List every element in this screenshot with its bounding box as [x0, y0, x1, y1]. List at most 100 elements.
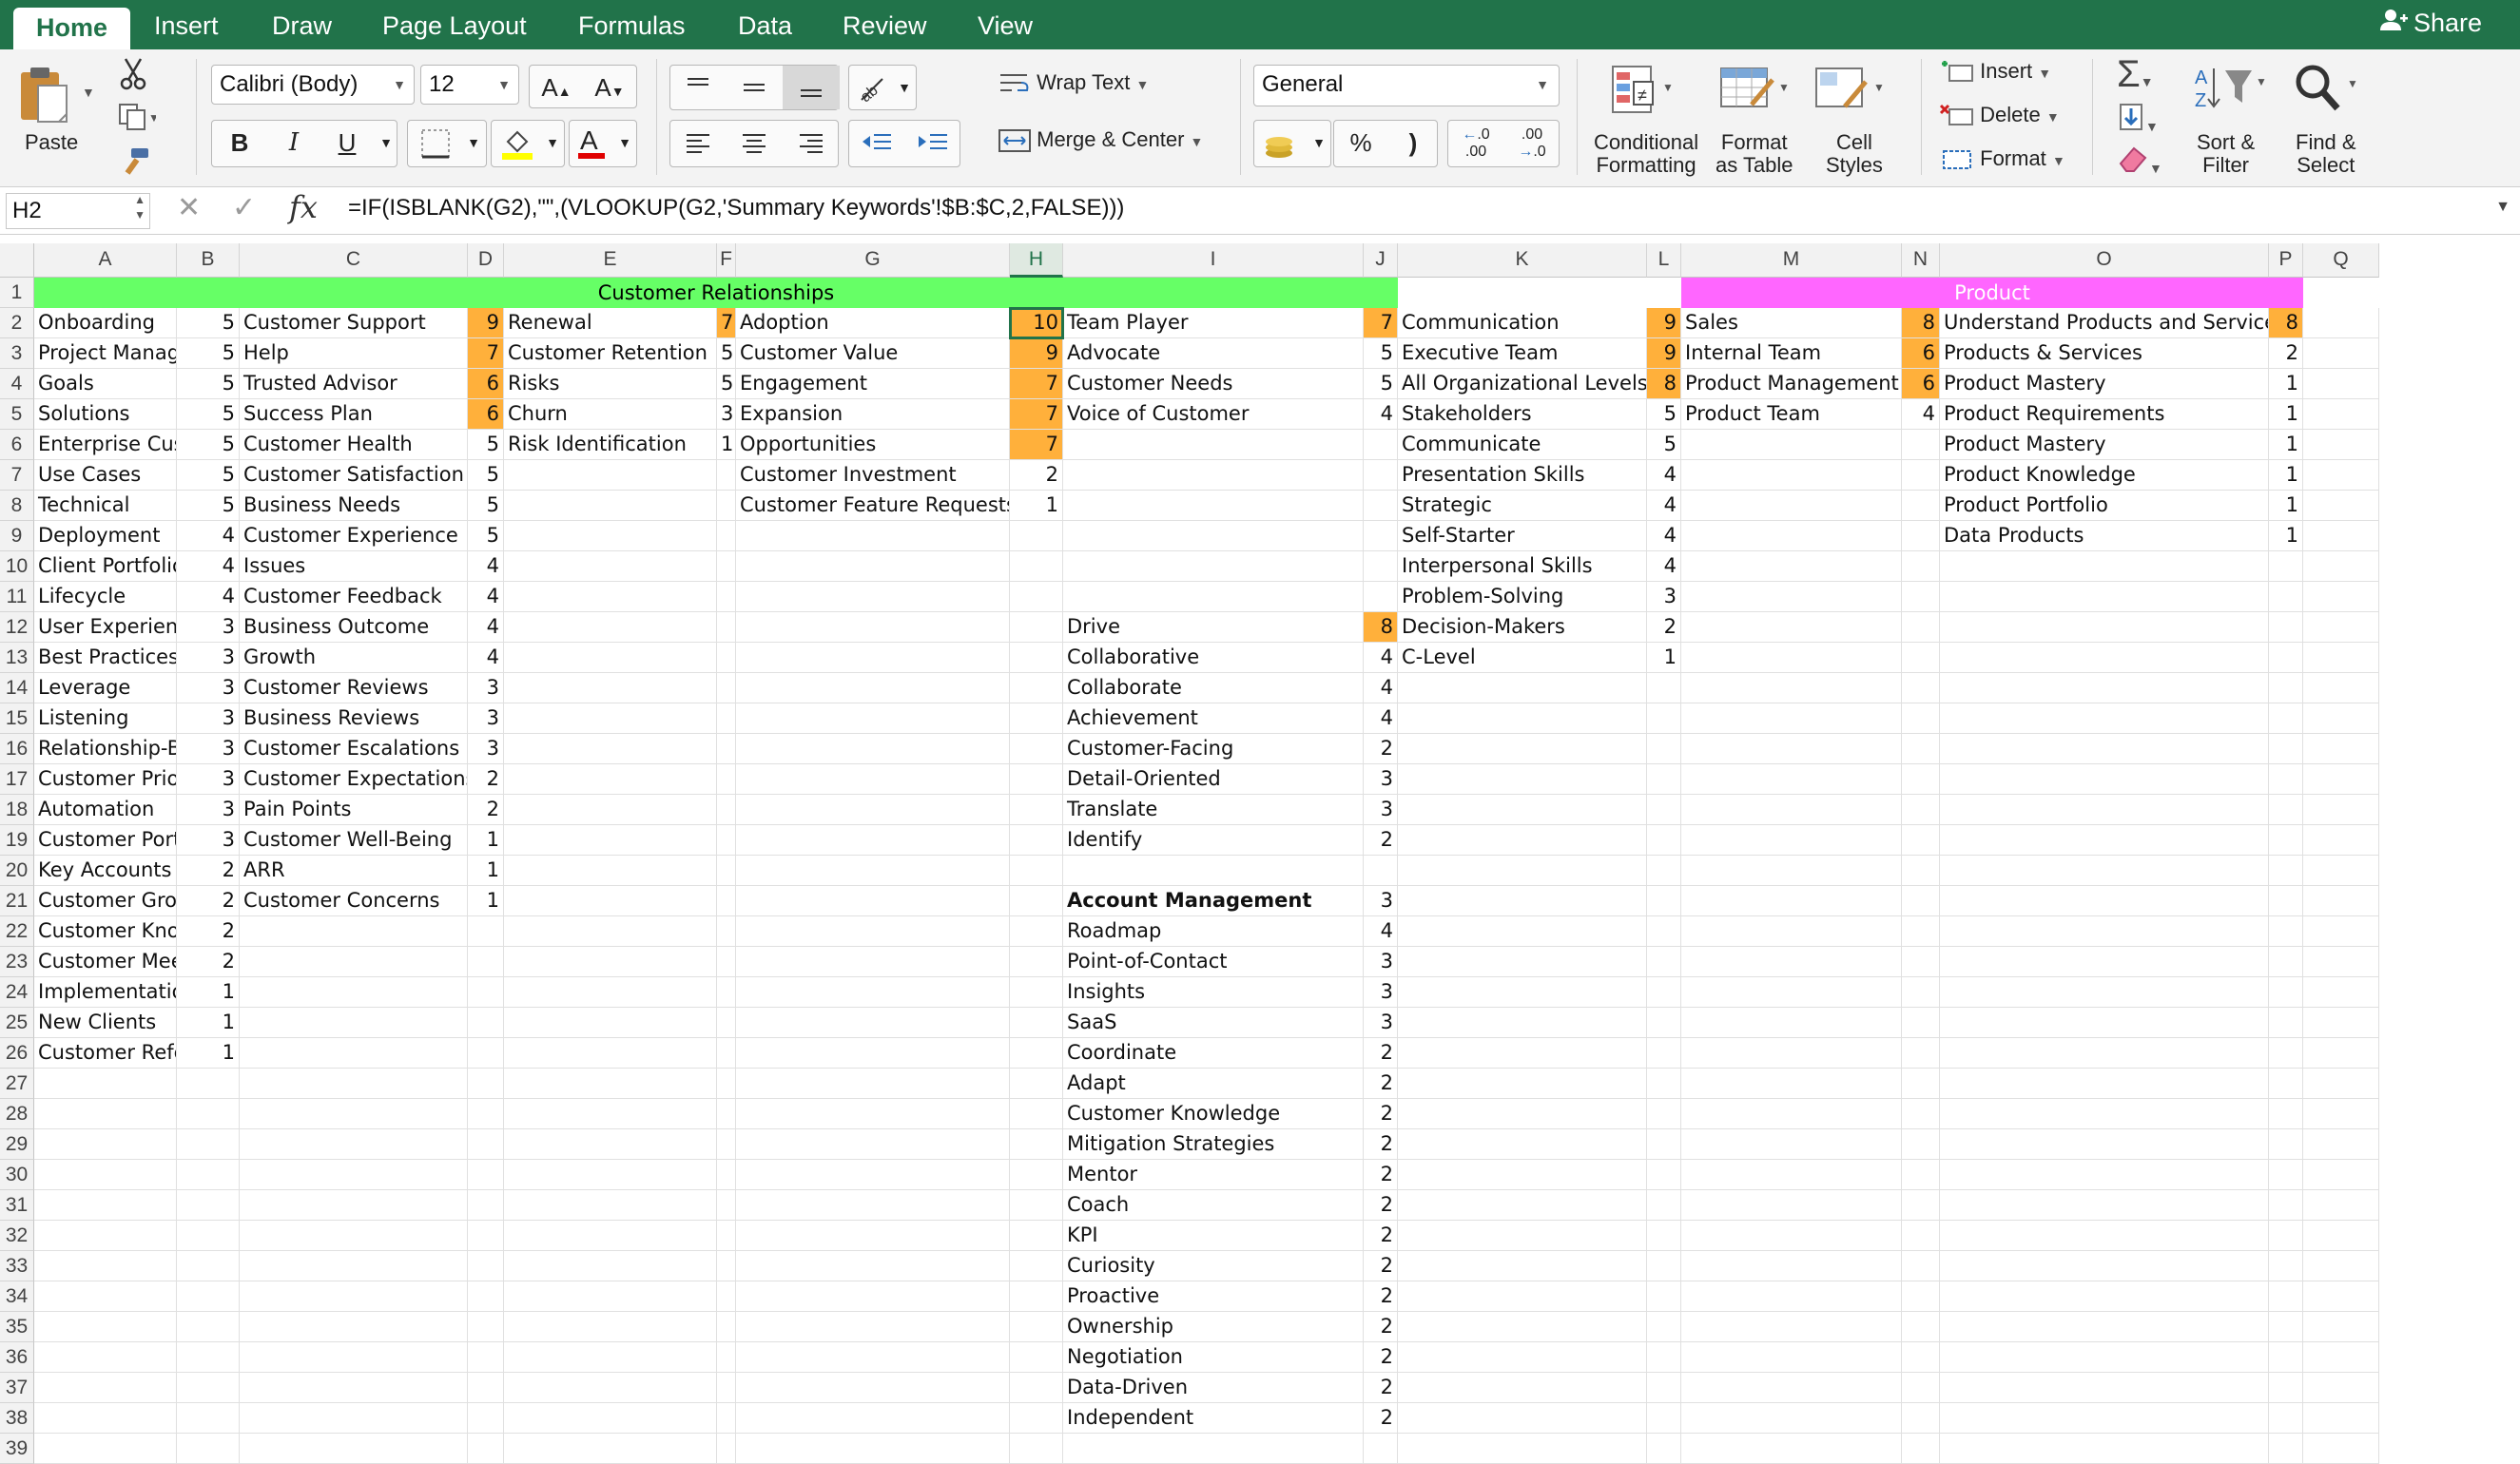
cell-k36[interactable]	[1398, 1342, 1647, 1373]
cell-n23[interactable]	[1902, 947, 1940, 977]
cell-i32[interactable]: KPI	[1063, 1221, 1364, 1251]
cell-g16[interactable]	[736, 734, 1010, 764]
sort-filter-icon[interactable]: A Z ▼	[2193, 63, 2269, 117]
cell-c17[interactable]: Customer Expectations	[240, 764, 468, 795]
cell-l21[interactable]	[1647, 886, 1681, 916]
cell-i16[interactable]: Customer-Facing	[1063, 734, 1364, 764]
cell-h10[interactable]	[1010, 551, 1063, 582]
cell-k14[interactable]	[1398, 673, 1647, 703]
cell-l2[interactable]: 9	[1647, 308, 1681, 338]
autosum-icon[interactable]: Σ▼	[2117, 53, 2154, 96]
cell-o18[interactable]	[1940, 795, 2269, 825]
cell-p21[interactable]	[2269, 886, 2303, 916]
cell-p12[interactable]	[2269, 612, 2303, 643]
cell-h34[interactable]	[1010, 1281, 1063, 1312]
format-painter-icon[interactable]	[118, 146, 150, 180]
cell-k38[interactable]	[1398, 1403, 1647, 1434]
cell-j30[interactable]: 2	[1364, 1160, 1398, 1190]
cell-m6[interactable]	[1681, 430, 1902, 460]
cell-m5[interactable]: Product Team	[1681, 399, 1902, 430]
cell-l18[interactable]	[1647, 795, 1681, 825]
cell-h30[interactable]	[1010, 1160, 1063, 1190]
cell-e11[interactable]	[504, 582, 717, 612]
cell-e4[interactable]: Risks	[504, 369, 717, 399]
cell-n26[interactable]	[1902, 1038, 1940, 1069]
cell-h9[interactable]	[1010, 521, 1063, 551]
insert-function-icon[interactable]: fx	[289, 189, 318, 225]
cell-d15[interactable]: 3	[468, 703, 504, 734]
cell-k23[interactable]	[1398, 947, 1647, 977]
cell-o36[interactable]	[1940, 1342, 2269, 1373]
cell-h22[interactable]	[1010, 916, 1063, 947]
cell-g14[interactable]	[736, 673, 1010, 703]
cell-k22[interactable]	[1398, 916, 1647, 947]
row-header[interactable]: 3	[0, 338, 34, 369]
cell-l25[interactable]	[1647, 1008, 1681, 1038]
cell-q6[interactable]	[2303, 430, 2379, 460]
cell-n5[interactable]: 4	[1902, 399, 1940, 430]
column-header-l[interactable]: L	[1647, 243, 1681, 278]
cell-f26[interactable]	[717, 1038, 736, 1069]
cell-q34[interactable]	[2303, 1281, 2379, 1312]
cell-n13[interactable]	[1902, 643, 1940, 673]
cell-b2[interactable]: 5	[177, 308, 240, 338]
row-header[interactable]: 24	[0, 977, 34, 1008]
cell-i18[interactable]: Translate	[1063, 795, 1364, 825]
cell-m3[interactable]: Internal Team	[1681, 338, 1902, 369]
cell-c13[interactable]: Growth	[240, 643, 468, 673]
cell-k21[interactable]	[1398, 886, 1647, 916]
cell-g6[interactable]: Opportunities	[736, 430, 1010, 460]
cell-d12[interactable]: 4	[468, 612, 504, 643]
cell-b5[interactable]: 5	[177, 399, 240, 430]
cell-g4[interactable]: Engagement	[736, 369, 1010, 399]
cell-e30[interactable]	[504, 1160, 717, 1190]
cell-h27[interactable]	[1010, 1069, 1063, 1099]
cell-o25[interactable]	[1940, 1008, 2269, 1038]
cell-a30[interactable]	[34, 1160, 177, 1190]
cell-h5[interactable]: 7	[1010, 399, 1063, 430]
cell-c3[interactable]: Help	[240, 338, 468, 369]
cell-q3[interactable]	[2303, 338, 2379, 369]
cell-k10[interactable]: Interpersonal Skills	[1398, 551, 1647, 582]
cell-g29[interactable]	[736, 1129, 1010, 1160]
cell-m30[interactable]	[1681, 1160, 1902, 1190]
cell-l12[interactable]: 2	[1647, 612, 1681, 643]
cell-j10[interactable]	[1364, 551, 1398, 582]
cell-a17[interactable]: Customer Priorities	[34, 764, 177, 795]
clear-icon[interactable]: ▼	[2117, 144, 2162, 179]
cell-l39[interactable]	[1647, 1434, 1681, 1464]
cell-n27[interactable]	[1902, 1069, 1940, 1099]
cell-o14[interactable]	[1940, 673, 2269, 703]
orientation-button[interactable]: ab ▼	[848, 65, 917, 110]
cell-n20[interactable]	[1902, 856, 1940, 886]
cell-f5[interactable]: 3	[717, 399, 736, 430]
cell-j32[interactable]: 2	[1364, 1221, 1398, 1251]
cell-c33[interactable]	[240, 1251, 468, 1281]
cell-h23[interactable]	[1010, 947, 1063, 977]
row-header[interactable]: 16	[0, 734, 34, 764]
cell-o16[interactable]	[1940, 734, 2269, 764]
cell-p26[interactable]	[2269, 1038, 2303, 1069]
cell-e16[interactable]	[504, 734, 717, 764]
cell-a32[interactable]	[34, 1221, 177, 1251]
cell-k30[interactable]	[1398, 1160, 1647, 1190]
cell-o21[interactable]	[1940, 886, 2269, 916]
cell-h39[interactable]	[1010, 1434, 1063, 1464]
cell-h16[interactable]	[1010, 734, 1063, 764]
cell-c19[interactable]: Customer Well-Being	[240, 825, 468, 856]
cell-o10[interactable]	[1940, 551, 2269, 582]
cell-n22[interactable]	[1902, 916, 1940, 947]
cell-l9[interactable]: 4	[1647, 521, 1681, 551]
cell-k15[interactable]	[1398, 703, 1647, 734]
cell-e27[interactable]	[504, 1069, 717, 1099]
cell-q21[interactable]	[2303, 886, 2379, 916]
cell-l19[interactable]	[1647, 825, 1681, 856]
cell-i24[interactable]: Insights	[1063, 977, 1364, 1008]
format-as-table-icon[interactable]: ▼	[1719, 63, 1792, 121]
cell-g7[interactable]: Customer Investment	[736, 460, 1010, 491]
cell-o28[interactable]	[1940, 1099, 2269, 1129]
cell-m8[interactable]	[1681, 491, 1902, 521]
cell-c37[interactable]	[240, 1373, 468, 1403]
cell-q27[interactable]	[2303, 1069, 2379, 1099]
cell-m31[interactable]	[1681, 1190, 1902, 1221]
